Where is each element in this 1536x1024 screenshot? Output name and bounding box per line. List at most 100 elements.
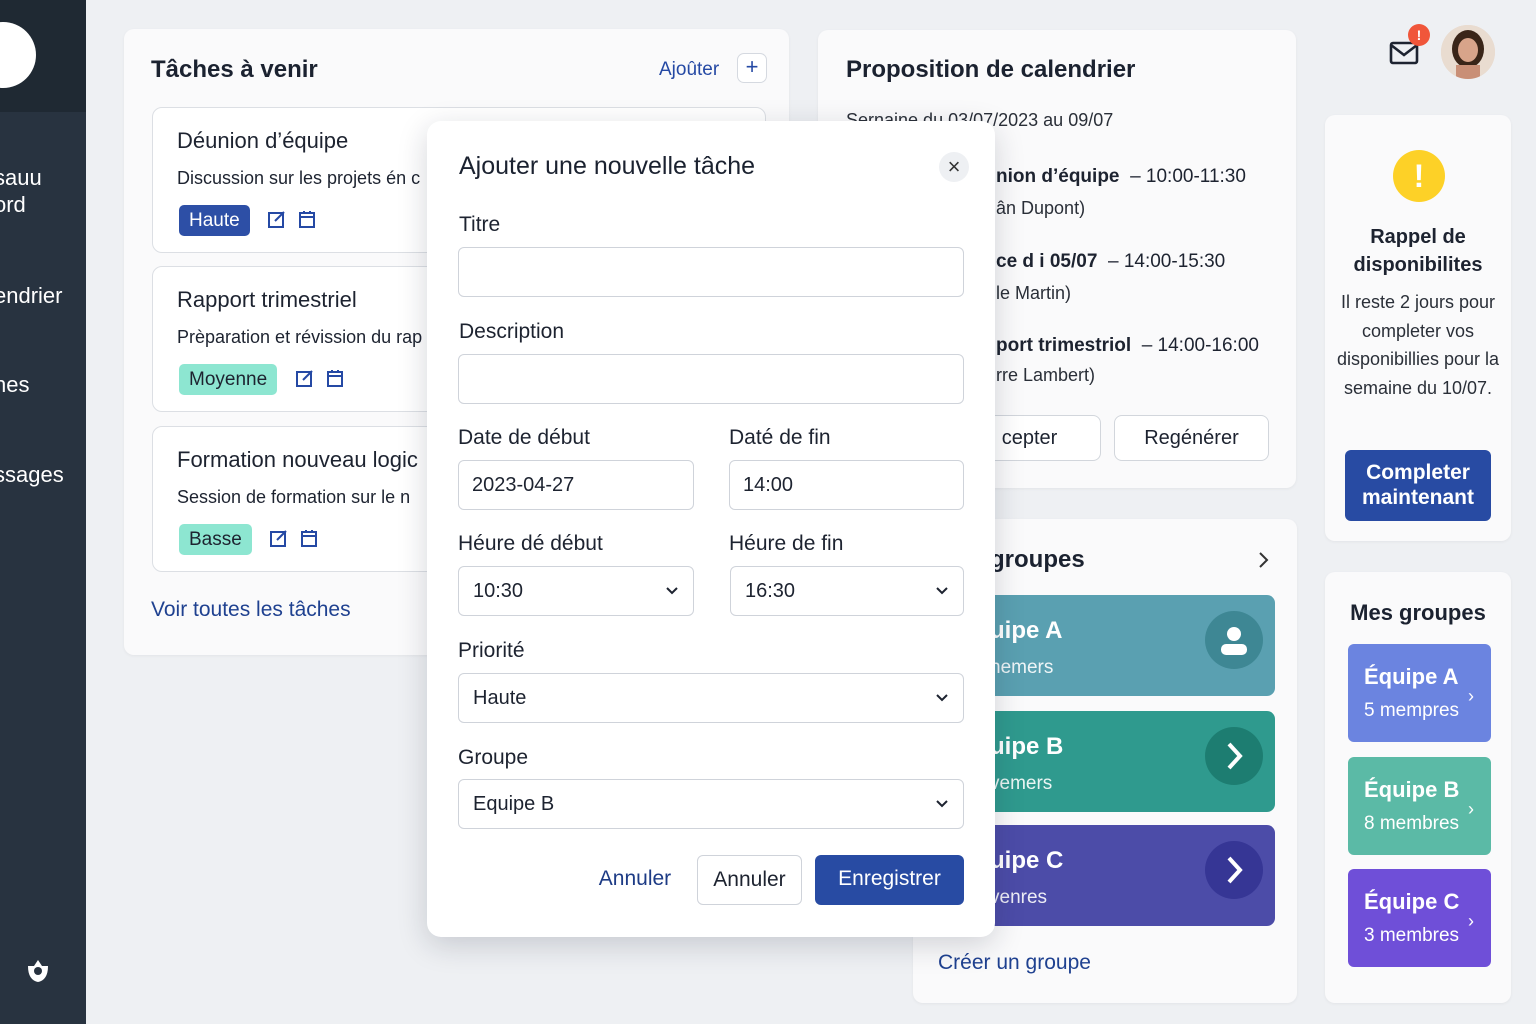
group-name: Équipe C <box>1364 889 1460 914</box>
my-groups-card: Mes groupes Équipe A 5 mempres › Équipe … <box>1325 572 1511 1003</box>
group-members: 8 membres <box>1364 813 1460 834</box>
edit-icon[interactable] <box>295 368 315 388</box>
save-button[interactable]: Enregistrer <box>815 855 964 905</box>
sidebar-item-label: ssages <box>0 462 64 487</box>
avatar[interactable] <box>1441 25 1495 79</box>
group-item[interactable]: Équipe C 3 membres › <box>1348 869 1491 967</box>
calendar-event: ce d i 05/07 – 14:00-15:30 <box>996 251 1225 273</box>
sidebar-item-tasks[interactable]: hes <box>0 371 29 398</box>
availability-reminder-card: ! Rappel de disponibilites Il reste 2 jo… <box>1325 115 1511 541</box>
event-time: – 14:00-15:30 <box>1107 251 1226 272</box>
sidebar: sauu ord endrier hes ssages <box>0 0 86 1024</box>
group-value: Equipe B <box>473 793 555 815</box>
priority-select[interactable]: Haute <box>458 673 964 723</box>
priority-badge: Haute <box>179 205 250 236</box>
brand-icon[interactable] <box>24 956 52 986</box>
calendar-icon[interactable] <box>325 368 345 388</box>
calendar-event: nion d’équipe – 10:00-11:30 <box>996 166 1246 188</box>
modal-title: Ajouter une nouvelle tâche <box>459 152 756 180</box>
complete-now-button[interactable]: Completer maintenant <box>1345 450 1491 521</box>
group-item[interactable]: Équipe B 8 membres › <box>1348 757 1491 855</box>
end-date-input[interactable] <box>729 460 964 510</box>
group-name: Équipe A <box>1364 664 1459 689</box>
task-actions <box>295 368 345 388</box>
description-label: Description <box>459 320 565 343</box>
task-actions <box>269 528 319 548</box>
add-task-button[interactable]: + <box>737 53 767 83</box>
close-icon[interactable]: × <box>939 152 969 182</box>
start-date-input[interactable] <box>458 460 694 510</box>
sidebar-header <box>0 0 86 112</box>
sidebar-item-dashboard[interactable]: sauu ord <box>0 164 42 218</box>
start-date-label: Date de début <box>458 426 590 449</box>
task-actions <box>267 209 317 229</box>
event-person: ân Dupont) <box>996 198 1086 218</box>
create-group-link[interactable]: Créer un groupe <box>938 951 1091 975</box>
group-name: uipe C <box>990 847 1064 874</box>
sidebar-item-label: hes <box>0 372 30 397</box>
priority-badge: Moyenne <box>179 364 278 395</box>
group-item[interactable]: Équipe A 5 mempres › <box>1348 644 1491 742</box>
reminder-title: Rappel de disponibilites <box>1353 226 1483 276</box>
end-time-select[interactable]: 16:30 <box>730 566 964 616</box>
add-task-modal: Ajouter une nouvelle tâche × Titre Descr… <box>427 121 995 937</box>
group-members: vemers <box>990 773 1053 794</box>
group-name: uipe B <box>990 733 1064 760</box>
app-logo[interactable] <box>0 22 36 88</box>
edit-icon[interactable] <box>269 528 289 548</box>
priority-label: Priorité <box>458 639 525 662</box>
event-time: – 14:00-16:00 <box>1141 335 1259 356</box>
event-person: le Martin) <box>996 283 1072 303</box>
chevron-right-icon[interactable] <box>1205 727 1263 785</box>
event-name: port trimestriol <box>996 335 1132 356</box>
start-time-label: Héure dé début <box>458 532 603 555</box>
warning-icon: ! <box>1393 150 1445 202</box>
chevron-down-icon <box>666 587 678 595</box>
chevron-down-icon <box>936 800 948 808</box>
event-person: rre Lambert) <box>996 365 1096 385</box>
cancel-link[interactable]: Annuler <box>585 855 685 905</box>
end-time-value: 16:30 <box>745 580 796 602</box>
group-select[interactable]: Equipe B <box>458 779 964 829</box>
title-label: Titre <box>459 213 501 236</box>
groups-title: groupes <box>990 546 1085 573</box>
calendar-icon[interactable] <box>297 209 317 229</box>
regenerate-button[interactable]: Regénérer <box>1114 415 1269 461</box>
task-description: Session de formation sur le n <box>177 487 411 507</box>
end-time-label: Héure de fin <box>729 532 844 555</box>
group-members: nemers <box>990 657 1054 678</box>
event-time: – 10:00-11:30 <box>1130 166 1246 187</box>
start-time-select[interactable]: 10:30 <box>458 566 694 616</box>
notification-badge: ! <box>1408 24 1430 46</box>
event-name: nion d’équipe <box>996 166 1120 187</box>
chevron-right-icon[interactable] <box>1205 841 1263 899</box>
group-members: 5 mempres <box>1364 700 1460 721</box>
group-name: uipe A <box>990 617 1063 644</box>
see-all-tasks-link[interactable]: Voir toutes les tâches <box>151 598 351 622</box>
chevron-right-icon: › <box>1468 911 1474 931</box>
my-groups-title: Mes groupes <box>1350 600 1486 625</box>
cancel-button[interactable]: Annuler <box>697 855 802 905</box>
sidebar-item-calendar[interactable]: endrier <box>0 282 62 309</box>
chevron-right-icon[interactable] <box>1255 549 1271 571</box>
end-date-label: Daté de fin <box>729 426 831 449</box>
priority-value: Haute <box>473 687 527 709</box>
description-input[interactable] <box>458 354 964 404</box>
title-input[interactable] <box>458 247 964 297</box>
calendar-icon[interactable] <box>299 528 319 548</box>
group-name: Équipe B <box>1364 777 1460 802</box>
task-title: Déunion d’équipe <box>177 128 349 153</box>
chevron-down-icon <box>936 694 948 702</box>
task-description: Prèparation et révission du rap <box>177 327 423 347</box>
sidebar-item-messages[interactable]: ssages <box>0 461 64 488</box>
event-name: ce d i 05/07 <box>996 251 1098 272</box>
add-task-link[interactable]: Ajoûter <box>659 59 719 81</box>
task-title: Rapport trimestriel <box>177 287 357 312</box>
task-description: Discussion sur les projets én c <box>177 168 421 188</box>
task-title: Formation nouveau logic <box>177 447 418 472</box>
chevron-right-icon: › <box>1468 686 1474 706</box>
group-members: venres <box>990 887 1048 908</box>
start-time-value: 10:30 <box>473 580 524 602</box>
edit-icon[interactable] <box>267 209 287 229</box>
sidebar-item-label: sauu ord <box>0 165 42 217</box>
